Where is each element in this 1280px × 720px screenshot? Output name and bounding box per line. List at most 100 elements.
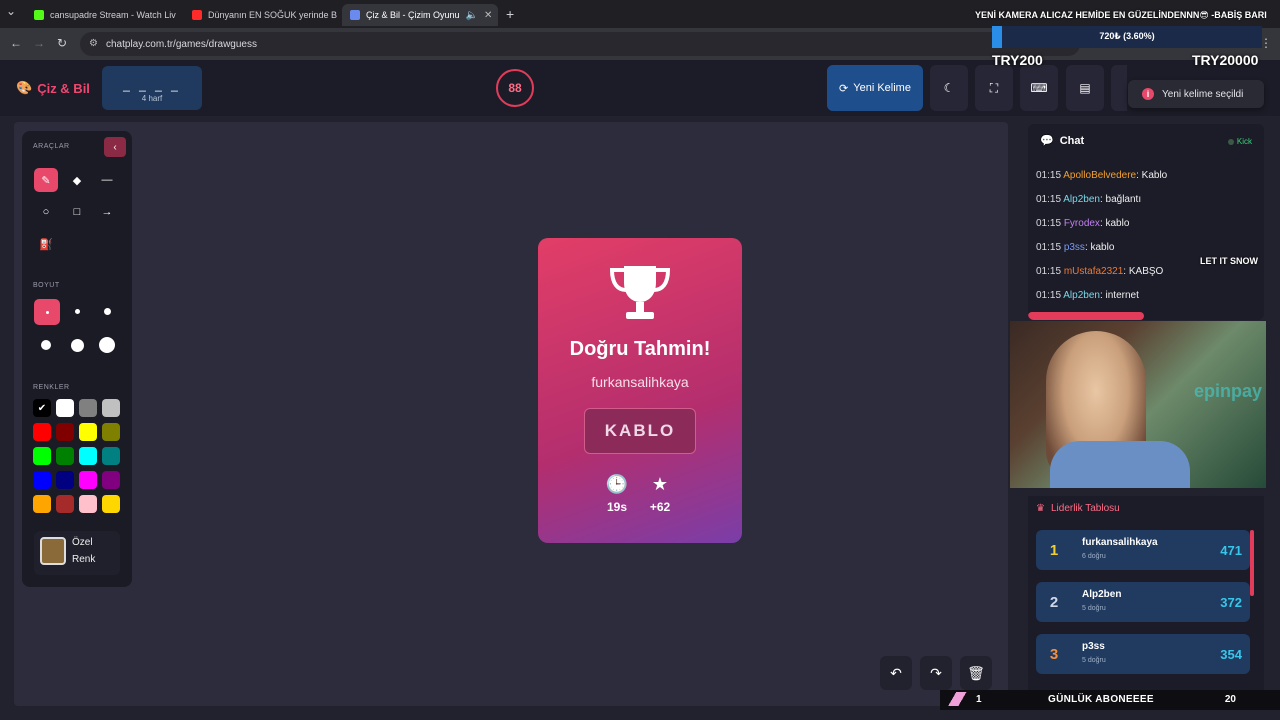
word-length: 4 harf bbox=[141, 94, 163, 103]
message-user[interactable]: mUstafa2321 bbox=[1064, 266, 1123, 277]
eraser-tool-button[interactable]: ◆ bbox=[65, 168, 89, 192]
result-title: Doğru Tahmin! bbox=[569, 338, 711, 360]
redo-button[interactable]: ↷ bbox=[920, 656, 952, 690]
word-mask: _ _ _ _ bbox=[123, 78, 181, 92]
browser-tab-youtube[interactable]: Dünyanın EN SOĞUK yerinde B ✕ bbox=[184, 4, 338, 26]
browser-tab-drawguess[interactable]: Çiz & Bil - Çizim Oyunu 🔈 ✕ bbox=[342, 4, 498, 26]
player-name: Alp2ben bbox=[1082, 589, 1122, 600]
color-swatch[interactable] bbox=[102, 399, 120, 417]
color-swatch[interactable] bbox=[56, 423, 74, 441]
chatplay-icon bbox=[350, 10, 360, 20]
new-word-button[interactable]: ⟳ Yeni Kelime bbox=[827, 65, 923, 111]
player-name: p3ss bbox=[1082, 641, 1105, 652]
arrow-tool-button[interactable]: → bbox=[95, 200, 119, 224]
dark-mode-button[interactable]: ☾ bbox=[930, 65, 968, 111]
stream-goal-min: TRY200 bbox=[992, 52, 1043, 68]
message-time: 01:15 bbox=[1036, 194, 1062, 205]
undo-button[interactable]: ↶ bbox=[880, 656, 912, 690]
size-1-button[interactable] bbox=[34, 299, 60, 325]
chat-bubble-icon: 💬 bbox=[1040, 135, 1054, 147]
size-dot bbox=[45, 310, 49, 314]
message-text: : KABŞO bbox=[1123, 266, 1164, 277]
message-user[interactable]: p3ss bbox=[1064, 242, 1085, 253]
color-swatch[interactable] bbox=[79, 471, 97, 489]
app-title: Çiz & Bil bbox=[37, 80, 90, 96]
streamer-sweater bbox=[1050, 441, 1190, 488]
browser-tab-kick[interactable]: cansupadre Stream - Watch Liv ✕ bbox=[26, 4, 180, 26]
rectangle-tool-button[interactable]: □ bbox=[65, 200, 89, 224]
color-swatch[interactable] bbox=[56, 399, 74, 417]
color-swatch[interactable] bbox=[33, 423, 51, 441]
app-logo[interactable]: 🎨 Çiz & Bil bbox=[16, 80, 90, 96]
app-header: 🎨 Çiz & Bil _ _ _ _ 4 harf 88 ⟳ Yeni Kel… bbox=[0, 60, 1280, 116]
drawing-canvas[interactable] bbox=[14, 122, 1008, 706]
color-swatch[interactable] bbox=[79, 495, 97, 513]
player-rank: 3 bbox=[1049, 646, 1059, 663]
header-button-partial[interactable] bbox=[1111, 65, 1127, 111]
speaker-icon[interactable]: 🔈 bbox=[466, 10, 478, 21]
correct-guess-card: Doğru Tahmin! furkansalihkaya KABLO 🕒 19… bbox=[538, 238, 742, 543]
archive-icon: ▤ bbox=[1079, 81, 1091, 95]
message-user[interactable]: Alp2ben bbox=[1063, 290, 1100, 301]
size-3-button[interactable] bbox=[95, 299, 119, 323]
message-user[interactable]: Fyrodex bbox=[1064, 218, 1100, 229]
pen-tool-button[interactable]: ✎ bbox=[34, 168, 58, 192]
color-swatch[interactable] bbox=[102, 423, 120, 441]
line-tool-button[interactable]: — bbox=[95, 168, 119, 192]
new-tab-icon[interactable]: + bbox=[506, 6, 514, 22]
undo-icon: ↶ bbox=[890, 664, 902, 681]
status-dot bbox=[1227, 138, 1234, 145]
clear-canvas-button[interactable]: 🗑 bbox=[960, 656, 992, 690]
message-user[interactable]: Alp2ben bbox=[1063, 194, 1100, 205]
chat-title: Chat bbox=[1059, 134, 1085, 147]
color-swatch[interactable] bbox=[56, 495, 74, 513]
kick-icon bbox=[34, 10, 44, 20]
size-2-button[interactable] bbox=[65, 299, 89, 323]
color-swatch[interactable] bbox=[33, 495, 51, 513]
message-user[interactable]: ApolloBelvedere bbox=[1063, 170, 1136, 181]
notification-toast: i Yeni kelime seçildi bbox=[1128, 80, 1264, 108]
size-5-button[interactable] bbox=[65, 333, 89, 357]
color-swatch[interactable] bbox=[102, 447, 120, 465]
size-6-button[interactable] bbox=[95, 333, 119, 357]
fill-tool-button[interactable]: ⛽ bbox=[34, 232, 58, 256]
custom-color-button[interactable]: Özel Renk bbox=[34, 531, 120, 575]
reload-icon[interactable]: ↻ bbox=[57, 36, 67, 50]
collapse-panel-button[interactable]: ‹ bbox=[104, 137, 126, 157]
circle-tool-button[interactable]: ○ bbox=[34, 200, 58, 224]
check-icon: ✔ bbox=[37, 402, 47, 414]
message-time: 01:15 bbox=[1036, 242, 1062, 253]
color-swatch[interactable] bbox=[79, 399, 97, 417]
decor-stripe bbox=[946, 692, 972, 706]
forward-icon[interactable]: → bbox=[33, 36, 45, 50]
circle-icon: ○ bbox=[42, 206, 50, 218]
message-time: 01:15 bbox=[1036, 266, 1062, 277]
chat-scrollbar[interactable] bbox=[1028, 312, 1144, 320]
colors-section-title: RENKLER bbox=[33, 384, 70, 391]
back-icon[interactable]: ← bbox=[10, 36, 22, 50]
tab-title: Çiz & Bil - Çizim Oyunu bbox=[366, 10, 460, 20]
keyboard-button[interactable]: ⌨ bbox=[1020, 65, 1058, 111]
close-icon[interactable]: ✕ bbox=[484, 10, 492, 21]
tab-list-icon[interactable]: ⌄ bbox=[6, 4, 16, 18]
fullscreen-button[interactable]: ⛶ bbox=[975, 65, 1013, 111]
sub-count-target: 20 bbox=[1224, 694, 1236, 705]
trash-icon: 🗑 bbox=[967, 664, 985, 681]
archive-button[interactable]: ▤ bbox=[1066, 65, 1104, 111]
color-swatch[interactable] bbox=[56, 447, 74, 465]
color-swatch[interactable] bbox=[33, 447, 51, 465]
leaderboard-scrollbar[interactable] bbox=[1250, 530, 1254, 596]
color-swatch[interactable] bbox=[79, 423, 97, 441]
color-swatch[interactable] bbox=[102, 471, 120, 489]
color-swatch[interactable] bbox=[79, 447, 97, 465]
size-4-button[interactable] bbox=[34, 333, 58, 357]
url-field[interactable]: ⚙ chatplay.com.tr/games/drawguess bbox=[80, 32, 1080, 56]
color-swatch[interactable] bbox=[56, 471, 74, 489]
size-dot bbox=[70, 338, 84, 352]
site-info-icon[interactable]: ⚙ bbox=[89, 38, 98, 49]
color-swatch[interactable]: ✔ bbox=[33, 399, 51, 417]
leaderboard-panel: ♛ Liderlik Tablosu 1 furkansalihkaya 6 doğ… bbox=[1028, 496, 1264, 696]
player-points: 372 bbox=[1220, 595, 1242, 610]
color-swatch[interactable] bbox=[33, 471, 51, 489]
color-swatch[interactable] bbox=[102, 495, 120, 513]
